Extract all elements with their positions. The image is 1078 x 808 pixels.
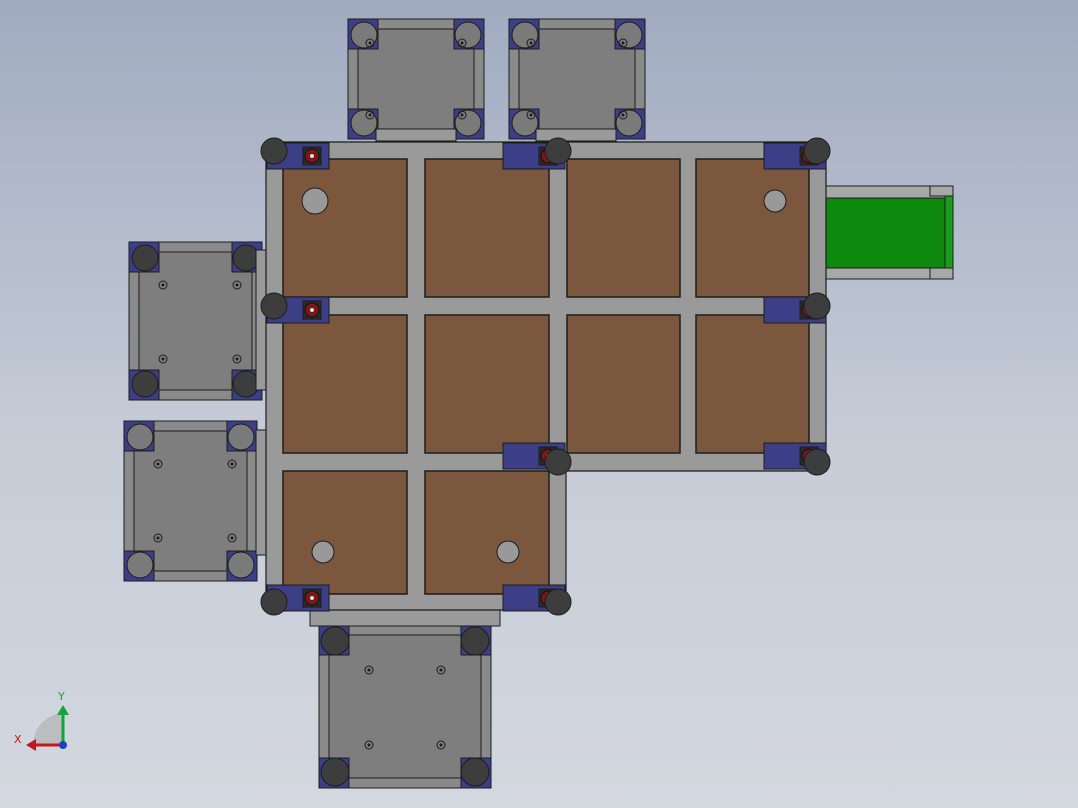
- coordinate-triad-icon: YX: [14, 690, 69, 751]
- module-foot: [126, 423, 154, 451]
- module-foot: [511, 21, 539, 49]
- corner-post: [544, 448, 572, 476]
- top-right-module: [508, 18, 646, 140]
- conveyor-belt: [824, 197, 946, 269]
- right-conveyor: [824, 185, 954, 280]
- module-bolt-center: [439, 668, 443, 672]
- caster-hub: [310, 308, 314, 312]
- deck-panel: [695, 314, 810, 454]
- conveyor-bracket: [929, 267, 954, 280]
- module-top-plate: [328, 634, 482, 779]
- corner-post: [803, 137, 831, 165]
- module-bolt-center: [235, 283, 239, 287]
- corner-post: [260, 137, 288, 165]
- y-axis-arrowhead: [57, 705, 69, 715]
- module-bolt-center: [529, 41, 533, 45]
- module-bolt-center: [230, 462, 234, 466]
- deck-panel: [282, 470, 408, 595]
- module-foot: [350, 21, 378, 49]
- module-foot: [131, 244, 159, 272]
- module-foot: [615, 109, 643, 137]
- module-foot: [232, 370, 260, 398]
- module-foot: [232, 244, 260, 272]
- module-foot: [511, 109, 539, 137]
- y-axis-label: Y: [57, 690, 65, 703]
- module-bolt-center: [621, 113, 625, 117]
- left-upper-module: [128, 241, 263, 401]
- module-bolt-center: [235, 357, 239, 361]
- bottom-module: [318, 624, 492, 789]
- module-connector: [255, 249, 267, 391]
- module-foot: [454, 21, 482, 49]
- module-foot: [126, 551, 154, 579]
- module-bolt-center: [621, 41, 625, 45]
- module-bolt-center: [460, 41, 464, 45]
- module-connector: [535, 128, 617, 142]
- deck-panel: [566, 158, 681, 298]
- corner-post: [544, 588, 572, 616]
- module-bolt-center: [161, 357, 165, 361]
- deck-panel: [424, 158, 550, 298]
- module-connector: [255, 429, 267, 556]
- deck-panel: [424, 314, 550, 454]
- caster-hub: [310, 596, 314, 600]
- deck-hole: [763, 189, 787, 213]
- module-bolt-center: [156, 462, 160, 466]
- module-bolt-center: [161, 283, 165, 287]
- deck-panel: [282, 158, 408, 298]
- module-bolt-center: [368, 113, 372, 117]
- conveyor-end-roller: [944, 193, 954, 273]
- module-bolt-center: [367, 668, 371, 672]
- module-foot: [131, 370, 159, 398]
- module-foot: [320, 626, 350, 656]
- module-foot: [454, 109, 482, 137]
- corner-post: [260, 588, 288, 616]
- module-foot: [350, 109, 378, 137]
- module-bolt-center: [156, 536, 160, 540]
- module-foot: [460, 757, 490, 787]
- triad-origin: [59, 741, 67, 749]
- deck-hole: [311, 540, 335, 564]
- module-foot: [227, 551, 255, 579]
- cad-viewport[interactable]: YX: [0, 0, 1078, 808]
- deck-panel: [695, 158, 810, 298]
- module-foot: [615, 21, 643, 49]
- deck-hole: [496, 540, 520, 564]
- caster-hub: [310, 154, 314, 158]
- deck-panel: [424, 470, 550, 595]
- module-bolt-center: [529, 113, 533, 117]
- module-top-plate: [138, 251, 253, 391]
- module-bolt-center: [367, 743, 371, 747]
- triad-plane: [32, 713, 63, 745]
- module-top-plate: [133, 430, 248, 572]
- x-axis-arrowhead: [26, 739, 36, 751]
- assembly-drawing: YX: [14, 18, 954, 789]
- corner-post: [544, 137, 572, 165]
- corner-post: [803, 292, 831, 320]
- module-foot: [320, 757, 350, 787]
- corner-post: [803, 448, 831, 476]
- conveyor-bracket: [929, 185, 954, 197]
- module-foot: [227, 423, 255, 451]
- deck-hole: [301, 187, 329, 215]
- module-bolt-center: [230, 536, 234, 540]
- deck-panel: [282, 314, 408, 454]
- module-bolt-center: [460, 113, 464, 117]
- top-left-module: [347, 18, 485, 140]
- module-bolt-center: [368, 41, 372, 45]
- corner-post: [260, 292, 288, 320]
- module-foot: [460, 626, 490, 656]
- x-axis-label: X: [14, 733, 22, 746]
- module-connector: [375, 128, 457, 142]
- module-bolt-center: [439, 743, 443, 747]
- module-connector: [309, 609, 501, 627]
- main-frame: [260, 137, 831, 616]
- deck-panel: [566, 314, 681, 454]
- left-lower-module: [123, 420, 258, 582]
